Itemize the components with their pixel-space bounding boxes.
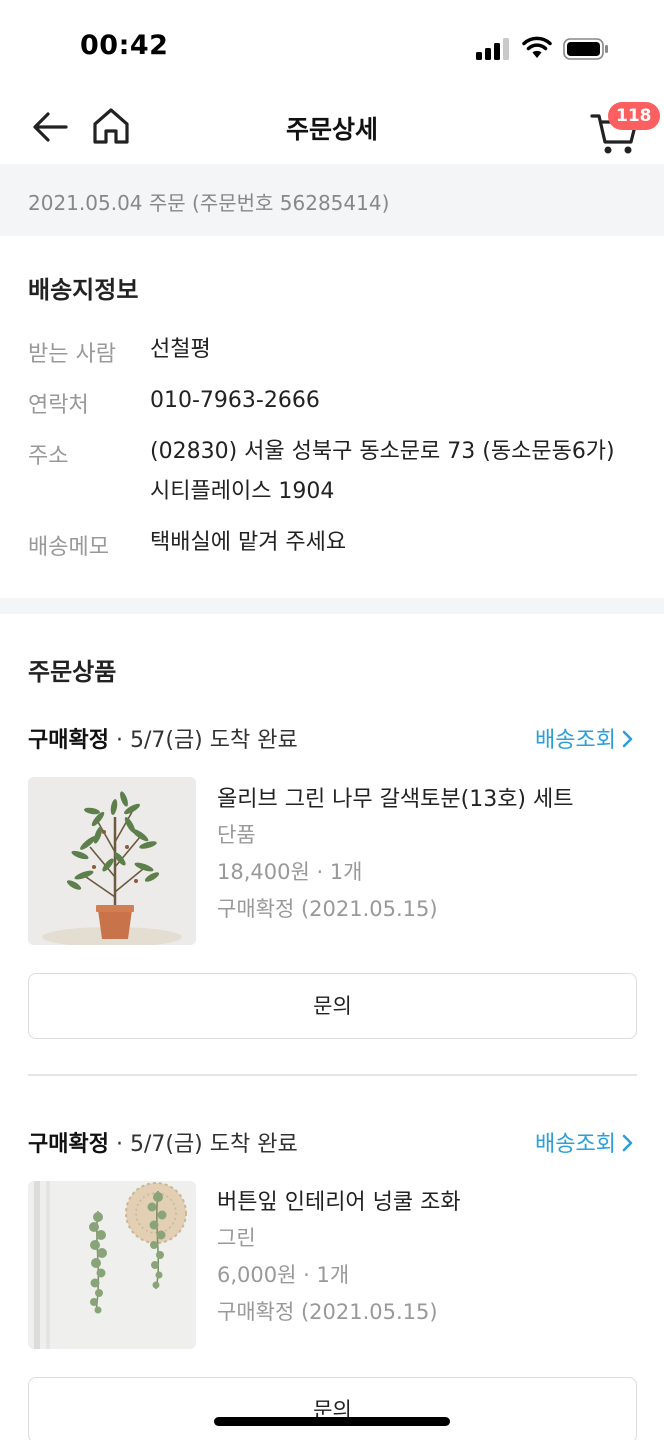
status-time: 00:42 [80, 30, 169, 61]
order-info-strip: 2021.05.04 주문 (주문번호 56285414) [0, 164, 664, 236]
purchase-confirmed-label: 구매확정 [28, 1132, 109, 1157]
product-price-quantity: 18,400원 · 1개 [217, 860, 363, 884]
product-name[interactable]: 버튼잎 인테리어 넝쿨 조화 [217, 1184, 461, 1216]
delivery-status-line: 구매확정 · 5/7(금) 도착 완료 [28, 722, 298, 754]
product-option: 그린 [217, 1226, 256, 1250]
product-name[interactable]: 올리브 그린 나무 갈색토분(13호) 세트 [217, 781, 574, 813]
status-bar: 00:42 [0, 0, 664, 96]
address-value-line1: (02830) 서울 성북구 동소문로 73 (동소문동6가) [150, 439, 615, 464]
olive-tree-image [28, 777, 196, 945]
chevron-right-icon [622, 1134, 633, 1152]
delivery-status-text: · 5/7(금) 도착 완료 [108, 728, 298, 753]
product-thumbnail[interactable] [28, 777, 196, 945]
track-delivery-label: 배송조회 [535, 728, 616, 753]
cellular-signal-icon [476, 38, 510, 60]
purchase-confirm-date: 구매확정 (2021.05.15) [217, 897, 438, 921]
section-divider [0, 598, 664, 614]
products-section-title: 주문상품 [28, 658, 117, 686]
home-indicator[interactable] [214, 1417, 450, 1426]
delivery-status-text: · 5/7(금) 도착 완료 [108, 1132, 298, 1157]
battery-icon [563, 38, 608, 60]
product-divider [28, 1074, 637, 1076]
contact-value: 010-7963-2666 [150, 388, 320, 413]
recipient-label: 받는 사람 [28, 342, 116, 367]
purchase-confirm-date: 구매확정 (2021.05.15) [217, 1300, 438, 1324]
cart-count-badge: 118 [608, 102, 660, 130]
address-value-line2: 시티플레이스 1904 [150, 479, 335, 504]
purchase-confirmed-label: 구매확정 [28, 728, 109, 753]
product-price-quantity: 6,000원 · 1개 [217, 1263, 350, 1287]
inquiry-button[interactable]: 문의 [28, 1377, 637, 1440]
delivery-memo-value: 택배실에 맡겨 주세요 [150, 530, 347, 555]
order-date-and-number: 2021.05.04 주문 (주문번호 56285414) [28, 191, 390, 215]
track-delivery-link[interactable]: 배송조회 [535, 722, 634, 754]
address-label: 주소 [28, 444, 69, 469]
navigation-bar: 주문상세 [0, 96, 664, 164]
track-delivery-link[interactable]: 배송조회 [535, 1126, 634, 1158]
delivery-status-line: 구매확정 · 5/7(금) 도착 완료 [28, 1126, 298, 1158]
inquiry-button[interactable]: 문의 [28, 973, 637, 1039]
page-title: 주문상세 [285, 115, 378, 144]
hanging-vine-image [28, 1181, 196, 1349]
chevron-right-icon [622, 730, 633, 748]
contact-label: 연락처 [28, 393, 89, 418]
delivery-memo-label: 배송메모 [28, 535, 109, 560]
track-delivery-label: 배송조회 [535, 1132, 616, 1157]
wifi-icon [522, 36, 552, 58]
product-thumbnail[interactable] [28, 1181, 196, 1349]
shipping-section-title: 배송지정보 [28, 276, 139, 304]
product-option: 단품 [217, 823, 256, 847]
recipient-value: 선철평 [150, 337, 211, 362]
